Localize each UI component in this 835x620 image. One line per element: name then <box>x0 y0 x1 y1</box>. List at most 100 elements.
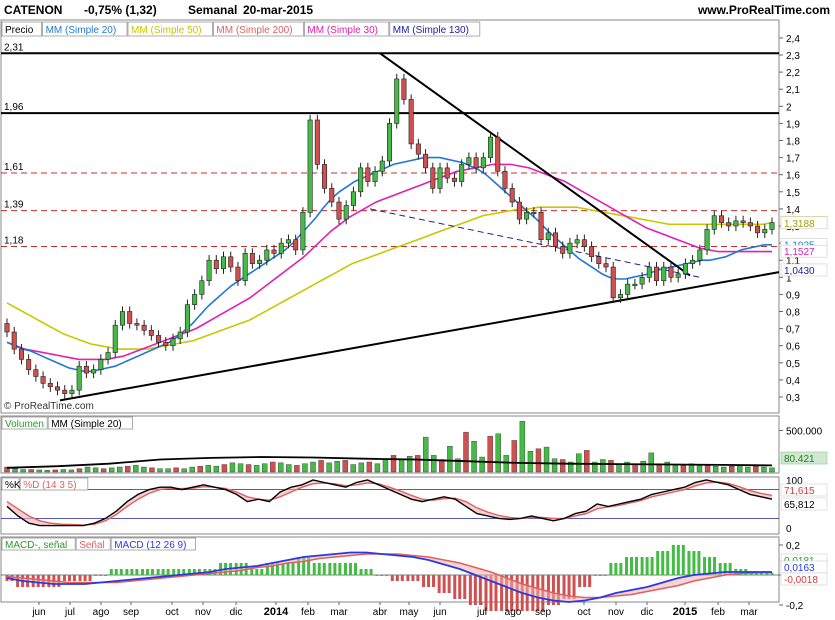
candle-body <box>278 242 284 254</box>
macd-histogram-bar <box>406 575 410 581</box>
macd-histogram-bar <box>119 569 123 575</box>
candle-body <box>285 239 291 244</box>
candle-body <box>379 160 385 172</box>
candle-body <box>69 389 75 394</box>
volume-bar <box>141 466 147 473</box>
level-label: 1,39 <box>4 200 24 211</box>
macd-histogram-bar <box>146 569 150 575</box>
candle-body <box>610 266 616 299</box>
macd-histogram-bar <box>395 575 399 581</box>
macd-histogram-bar <box>671 545 675 575</box>
volume-bar <box>310 461 316 473</box>
candle-body <box>350 191 356 206</box>
macd-histogram-bar <box>67 575 71 581</box>
legend-item[interactable]: Precio <box>5 25 34 36</box>
candle-body <box>170 338 176 346</box>
stoch-legend-item[interactable]: %D (14 3 5) <box>23 480 76 491</box>
candle-body <box>47 383 53 388</box>
macd-histogram-bar <box>161 569 165 575</box>
volume-bar <box>704 465 711 473</box>
x-tick-label: ago <box>93 607 110 618</box>
candle-body <box>423 153 429 169</box>
candle-body <box>199 280 205 295</box>
volume-bar <box>205 465 212 473</box>
volume-bar <box>390 455 397 473</box>
macd-tick-label: -0,2 <box>786 601 804 612</box>
macd-histogram-bar <box>375 575 379 576</box>
candle-body <box>83 365 89 374</box>
volume-bar <box>664 461 671 473</box>
chart-canvas: CATENON -0,75% (1,32) Semanal 20-mar-201… <box>0 3 830 618</box>
macd-histogram-bar <box>478 575 482 605</box>
legend-item[interactable]: MM (Simple 20) <box>46 25 117 36</box>
volume-bar <box>439 459 445 473</box>
site-link[interactable]: www.ProRealTime.com <box>697 3 830 17</box>
macd-histogram-bar <box>588 575 592 587</box>
legend-item[interactable]: MM (Simple 50) <box>131 25 202 36</box>
macd-histogram-bar <box>353 563 357 575</box>
price-tick-label: 0,9 <box>786 290 800 301</box>
volume-bar <box>495 433 501 473</box>
volume-legend-item[interactable]: Volumen <box>5 419 44 430</box>
volume-bar <box>511 440 518 473</box>
volume-bar <box>326 462 332 473</box>
volume-bar <box>463 431 469 473</box>
volume-bar <box>479 456 485 473</box>
macd-histogram-bar <box>78 575 82 581</box>
legend-item[interactable]: MM (Simple 200) <box>216 25 292 36</box>
macd-histogram-bar <box>572 575 576 599</box>
candle-body <box>98 359 104 370</box>
volume-bar <box>286 464 292 473</box>
candle-body <box>704 229 710 251</box>
candle-body <box>307 119 313 213</box>
stoch-legend-item[interactable]: %K <box>5 480 21 491</box>
candle-body <box>192 294 198 305</box>
candle-body <box>502 170 508 189</box>
macd-histogram-bar <box>322 563 326 575</box>
macd-histogram-bar <box>286 563 290 575</box>
macd-histogram-bar <box>135 569 139 575</box>
candle-body <box>451 177 457 182</box>
macd-histogram-bar <box>72 575 76 581</box>
volume-bar <box>519 421 526 473</box>
volume-bar <box>197 465 203 473</box>
candle-body <box>372 170 378 182</box>
volume-bar <box>125 465 131 473</box>
volume-bar <box>584 450 590 473</box>
volume-bar <box>374 463 381 473</box>
macd-histogram-bar <box>141 569 145 575</box>
candle-body <box>177 331 183 340</box>
legend-item[interactable]: MM (Simple 30) <box>307 25 378 36</box>
macd-histogram-bar <box>390 575 394 581</box>
candle-body <box>581 239 587 247</box>
candle-body <box>661 266 667 282</box>
x-tick-label: sep <box>535 607 552 618</box>
volume-bar <box>108 467 115 473</box>
price-tick-label: 0,7 <box>786 325 800 336</box>
macd-histogram-bar <box>333 563 337 575</box>
macd-histogram-bar <box>125 569 129 575</box>
macd-histogram-bar <box>364 569 368 575</box>
volume-legend-item[interactable]: MM (Simple 20) <box>51 419 122 430</box>
macd-legend-item[interactable]: Señal <box>79 540 105 551</box>
legend-item[interactable]: MM (Simple 130) <box>393 25 469 36</box>
macd-histogram-bar <box>624 557 628 575</box>
x-tick-label: sep <box>123 607 140 618</box>
candle-body <box>574 239 580 244</box>
candle-body <box>163 341 169 346</box>
volume-bar <box>165 468 171 473</box>
volume-bar <box>189 466 195 473</box>
x-tick-label: mar <box>330 607 348 618</box>
macd-legend-item[interactable]: MACD-, señal <box>5 540 67 551</box>
candle-body <box>646 266 652 278</box>
macd-histogram-bar <box>400 575 404 581</box>
volume-bar <box>221 464 228 473</box>
macd-histogram-bar <box>99 575 103 576</box>
candle-body <box>386 123 392 162</box>
candle-body <box>322 164 328 189</box>
ticker: CATENON <box>4 3 62 17</box>
volume-bar <box>36 469 42 473</box>
price-tick-label: 0,3 <box>786 393 800 404</box>
macd-legend-item[interactable]: MACD (12 26 9) <box>114 540 186 551</box>
macd-histogram-bar <box>598 575 602 576</box>
